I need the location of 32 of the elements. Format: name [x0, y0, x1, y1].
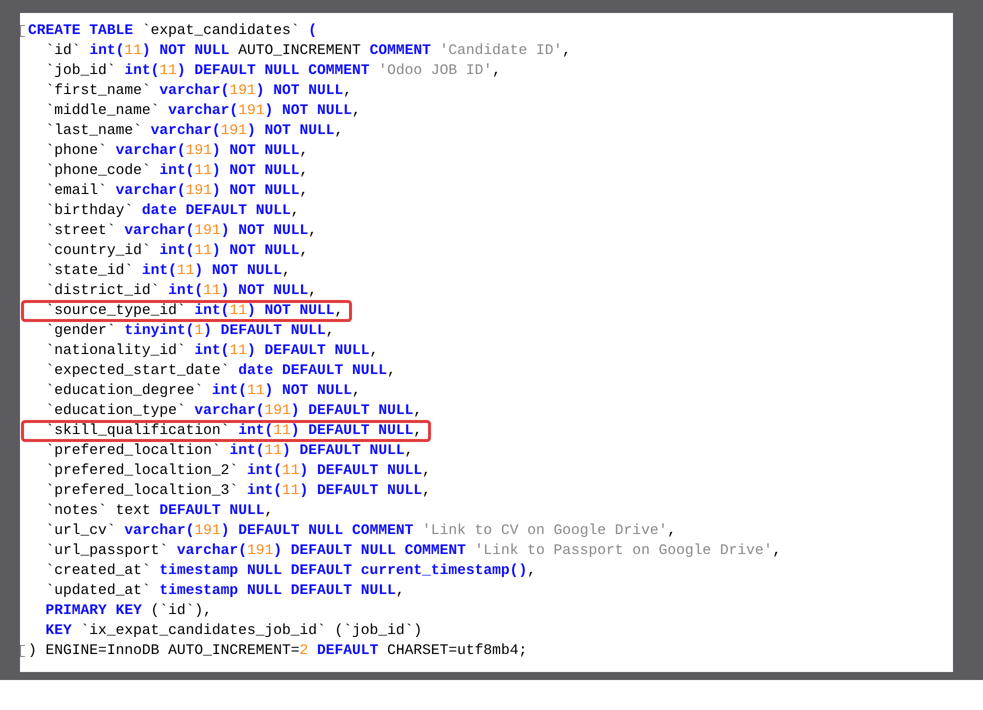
code-line: ) ENGINE=InnoDB AUTO_INCREMENT=2 DEFAULT CHARSET=utf8mb4; — [28, 642, 528, 661]
code-line: `email` varchar(191) NOT NULL, — [44, 182, 308, 201]
code-line: `education_degree` int(11) NOT NULL, — [44, 382, 361, 401]
code-line: `last_name` varchar(191) NOT NULL, — [44, 122, 344, 141]
code-line: `middle_name` varchar(191) NOT NULL, — [44, 102, 361, 121]
code-line: `prefered_localtion_3` int(11) DEFAULT NULL, — [44, 482, 431, 501]
code-line: `country_id` int(11) NOT NULL, — [44, 242, 308, 261]
fold-marker-icon[interactable] — [20, 645, 25, 657]
code-line: `updated_at` timestamp NULL DEFAULT NULL, — [44, 582, 405, 601]
code-line: `education_type` varchar(191) DEFAULT NULL, — [44, 402, 422, 421]
code-line: `created_at` timestamp NULL DEFAULT current_timestamp(), — [44, 562, 536, 581]
code-line: `gender` tinyint(1) DEFAULT NULL, — [44, 322, 335, 341]
fold-marker-icon[interactable] — [20, 25, 25, 37]
code-line: `job_id` int(11) DEFAULT NULL COMMENT 'Odoo JOB ID', — [44, 62, 501, 81]
code-line: `url_passport` varchar(191) DEFAULT NULL COMMENT 'Link to Passport on Google Drive', — [44, 542, 782, 561]
code-line: `notes` text DEFAULT NULL, — [44, 502, 274, 521]
code-line: `nationality_id` int(11) DEFAULT NULL, — [44, 342, 378, 361]
code-line: `district_id` int(11) NOT NULL, — [44, 282, 318, 301]
code-line: `phone` varchar(191) NOT NULL, — [44, 142, 308, 161]
code-line: `prefered_localtion_2` int(11) DEFAULT NULL, — [44, 462, 431, 481]
code-line: CREATE TABLE `expat_candidates` ( — [28, 22, 318, 41]
code-line: `birthday` date DEFAULT NULL, — [44, 202, 300, 221]
code-line: PRIMARY KEY (`id`), — [44, 602, 212, 621]
code-line: `first_name` varchar(191) NOT NULL, — [44, 82, 352, 101]
code-line: `state_id` int(11) NOT NULL, — [44, 262, 291, 281]
code-line: `url_cv` varchar(191) DEFAULT NULL COMMENT 'Link to CV on Google Drive', — [44, 522, 676, 541]
code-line: `prefered_localtion` int(11) DEFAULT NULL, — [44, 442, 414, 461]
code-line: `phone_code` int(11) NOT NULL, — [44, 162, 308, 181]
code-line: KEY `ix_expat_candidates_job_id` (`job_id`) — [44, 622, 422, 641]
code-line: `expected_start_date` date DEFAULT NULL, — [44, 362, 396, 381]
code-line: `id` int(11) NOT NULL AUTO_INCREMENT COMMENT 'Candidate ID', — [44, 42, 572, 61]
code-line: `street` varchar(191) NOT NULL, — [44, 222, 318, 241]
